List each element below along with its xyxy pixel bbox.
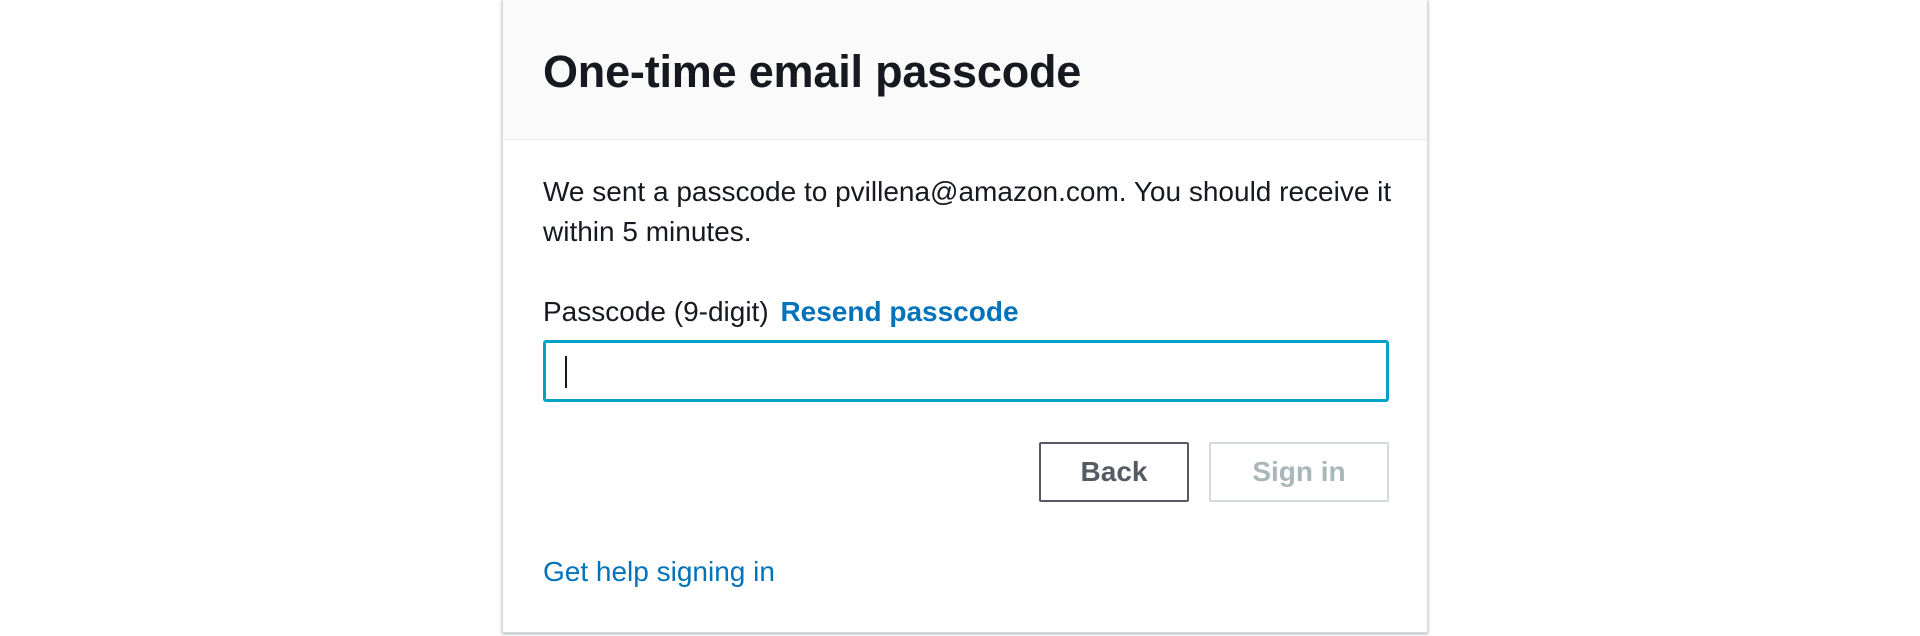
get-help-signing-in-link[interactable]: Get help signing in	[543, 552, 775, 592]
page-title: One-time email passcode	[543, 46, 1082, 97]
passcode-input[interactable]	[543, 340, 1389, 402]
resend-passcode-link[interactable]: Resend passcode	[780, 296, 1018, 327]
text-caret	[565, 356, 567, 388]
back-button[interactable]: Back	[1039, 442, 1189, 502]
sign-in-button[interactable]: Sign in	[1209, 442, 1389, 502]
card-header: One-time email passcode	[503, 0, 1427, 140]
passcode-sent-message: We sent a passcode to pvillena@amazon.co…	[543, 176, 1392, 247]
passcode-label: Passcode (9-digit)	[543, 296, 769, 327]
passcode-label-row: Passcode (9-digit) Resend passcode	[543, 292, 1019, 332]
signin-card: One-time email passcode We sent a passco…	[502, 0, 1428, 633]
